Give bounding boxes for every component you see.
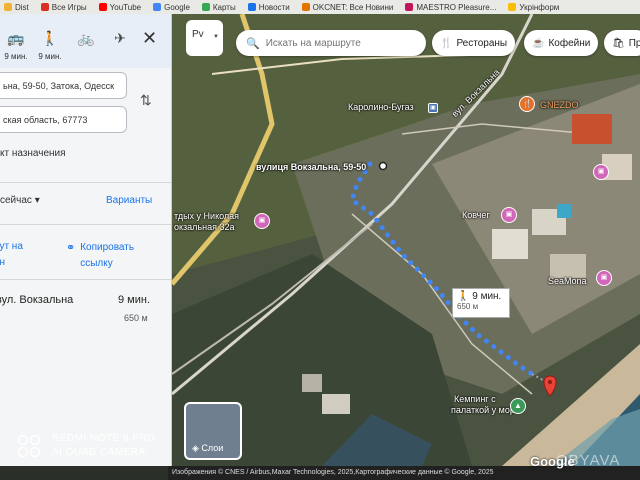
coffee-icon: ☕	[532, 37, 545, 49]
lodging-icon[interactable]: ▣	[501, 207, 517, 223]
layers-label-text: Слои	[201, 443, 224, 453]
walk-icon[interactable]: 🚶	[36, 30, 64, 47]
route-distance: 650 м	[124, 313, 148, 323]
origin-marker[interactable]	[378, 161, 388, 171]
origin-field[interactable]: ьна, 59-50, Затока, Одесск	[0, 72, 127, 99]
bookmark-item[interactable]: Dist	[4, 3, 29, 12]
travel-modes-bar: 🚌 9 мин. 🚶 9 мин. 🚲 ✈ ✕	[0, 14, 171, 68]
bookmark-icon	[508, 3, 517, 11]
walk-duration: 🚶 9 мин.	[457, 291, 505, 302]
maps-icon	[201, 3, 210, 11]
watermark: OBYAVA	[556, 452, 621, 469]
place-label-otdykh-address: окзальная 32а	[174, 222, 235, 232]
address-label[interactable]: вулиця Вокзальна, 59-50	[256, 162, 366, 172]
link-icon: ⚭	[66, 242, 76, 254]
layers-toggle[interactable]: ◈ Слои	[184, 402, 242, 460]
lodging-icon[interactable]: ▣	[593, 164, 609, 180]
airplane-icon[interactable]: ✈	[106, 30, 134, 47]
restaurant-icon[interactable]: 🍴	[519, 96, 535, 112]
youtube-icon	[98, 3, 107, 11]
bookmark-item[interactable]: Все Игры	[40, 3, 87, 12]
coffee-chip[interactable]: ☕ Кофейни	[524, 30, 599, 56]
lodging-icon[interactable]: ▣	[254, 213, 270, 229]
bookmark-item[interactable]: Карты	[201, 3, 236, 12]
place-label-gnezdo[interactable]: GNEZDO	[540, 100, 579, 110]
route-time: 9 мин.	[118, 294, 151, 306]
search-icon: 🔍	[246, 37, 260, 50]
place-label-kovcheg[interactable]: Ковчег	[462, 210, 490, 220]
gmail-icon	[40, 3, 49, 11]
restaurant-icon: 🍴	[440, 37, 453, 49]
bookmark-item[interactable]: OKCNET: Все Новини	[301, 3, 393, 12]
news-icon	[301, 3, 310, 11]
camera-dots-icon	[17, 434, 41, 458]
destination-field[interactable]: ская область, 67773	[0, 106, 127, 133]
bookmark-item[interactable]: Новости	[247, 3, 290, 12]
walk-distance: 650 м	[457, 302, 479, 311]
train-station-icon[interactable]: ▣	[428, 103, 438, 113]
layers-icon: ◈	[192, 443, 202, 453]
transit-icon[interactable]: 🚌	[2, 30, 30, 47]
depart-time-select[interactable]: сейчас ▾	[0, 195, 40, 206]
camping-icon[interactable]: ▲	[510, 398, 526, 414]
photo-of-screen: Dist Все Игры YouTube Google Карты Новос…	[0, 0, 640, 480]
route-name[interactable]: вул. Вокзальна	[0, 294, 73, 306]
lodging-icon[interactable]: ▣	[596, 270, 612, 286]
swap-icon[interactable]: ⇅	[140, 92, 152, 109]
shopping-chip[interactable]: 🛍 Пр	[604, 30, 640, 56]
camera-text: REDMI NOTE 9 PRO AI QUAD CAMERA	[52, 432, 156, 460]
divider	[0, 224, 171, 225]
bike-icon[interactable]: 🚲	[72, 30, 100, 47]
close-icon[interactable]: ✕	[142, 28, 157, 49]
bookmark-item[interactable]: Укрінформ	[508, 3, 559, 12]
layers-label: ◈ Слои	[192, 443, 223, 454]
divider	[0, 279, 171, 280]
chip-label: Рестораны	[456, 37, 508, 49]
walk-time: 9 мин.	[38, 52, 62, 61]
route-search-input[interactable]	[265, 37, 416, 49]
place-label-otdykh[interactable]: тдых у Николая	[174, 211, 239, 221]
walking-route	[349, 161, 557, 397]
bookmark-item[interactable]: MAESTRO Pleasure...	[405, 3, 496, 12]
bookmark-item[interactable]: YouTube	[98, 3, 141, 12]
bookmark-icon	[405, 3, 414, 11]
options-button[interactable]: Варианты	[106, 195, 152, 206]
send-route-button[interactable]: рут на он	[0, 239, 23, 271]
divider	[0, 182, 171, 183]
chip-label: Пр	[628, 37, 640, 49]
route-search-box[interactable]: 🔍	[236, 30, 426, 56]
add-destination-link[interactable]: кт назначения	[0, 148, 66, 159]
news-icon	[247, 3, 256, 11]
folder-icon	[4, 3, 12, 11]
chevron-down-icon: ▼	[213, 34, 219, 40]
place-label-camping[interactable]: Кемпинг с	[454, 394, 496, 404]
place-label-seamona[interactable]: SeaMona	[548, 276, 587, 286]
camera-line-2: AI QUAD CAMERA	[52, 447, 146, 458]
copy-link-label: Копировать ссылку	[80, 242, 135, 269]
satellite-map[interactable]	[172, 14, 640, 466]
camera-line-1: REDMI NOTE 9 PRO	[52, 433, 156, 444]
camera-watermark: REDMI NOTE 9 PRO AI QUAD CAMERA	[16, 432, 156, 460]
directions-panel: 🚌 9 мин. 🚶 9 мин. 🚲 ✈ ✕ ьна, 59-50, Зато…	[0, 14, 172, 466]
destination-marker[interactable]	[543, 375, 557, 397]
chip-label: Кофейни	[548, 37, 591, 49]
google-icon	[153, 3, 162, 11]
walk-icon: 🚶	[457, 291, 473, 302]
walk-duration-text: 9 мин.	[472, 291, 502, 302]
walk-duration-callout[interactable]: 🚶 9 мин. 650 м	[452, 288, 510, 318]
place-label-karolino[interactable]: Каролино-Бугаз	[348, 102, 414, 112]
bookmarks-bar: Dist Все Игры YouTube Google Карты Новос…	[0, 0, 640, 14]
copy-link-button[interactable]: ⚭ Копировать ссылку	[66, 240, 134, 272]
bookmark-item[interactable]: Google	[153, 3, 190, 12]
shopping-icon: 🛍	[612, 37, 625, 49]
restaurants-chip[interactable]: 🍴 Рестораны	[432, 30, 516, 56]
